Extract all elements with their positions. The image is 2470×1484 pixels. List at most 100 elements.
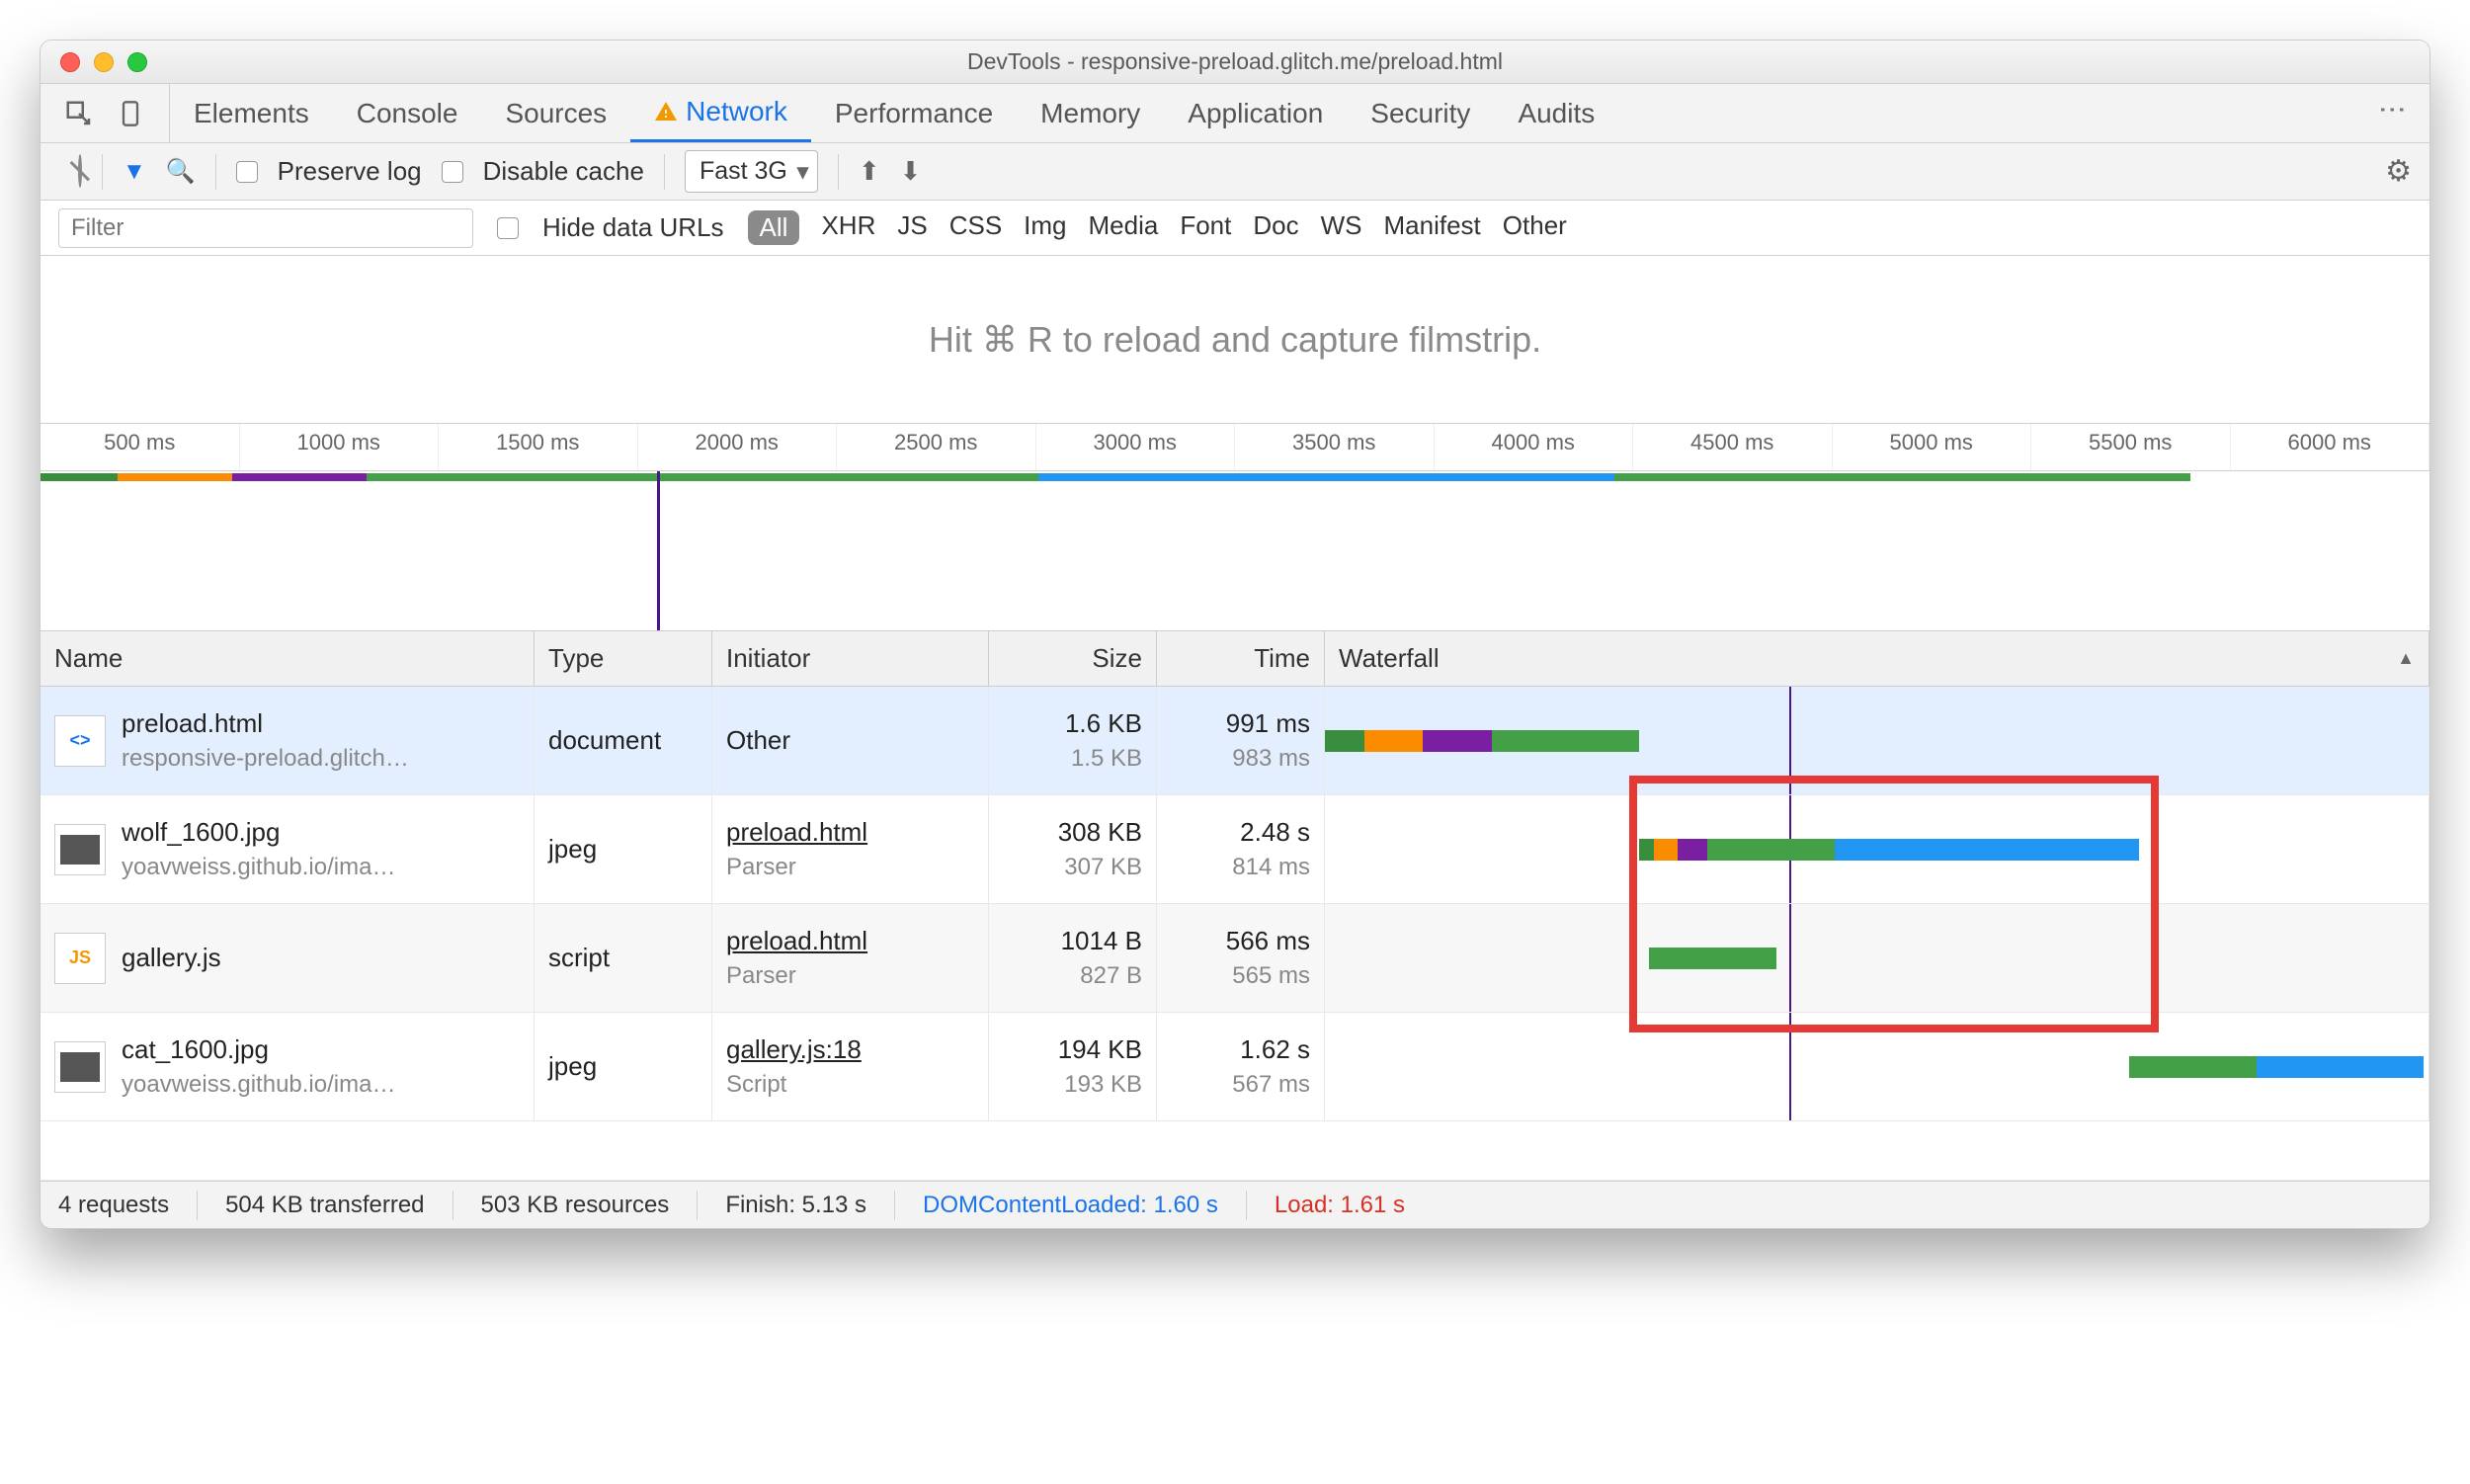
filter-type-xhr[interactable]: XHR (821, 210, 875, 245)
hide-data-urls-checkbox[interactable] (497, 217, 519, 239)
highlight-box (1629, 776, 2159, 1032)
window-title: DevTools - responsive-preload.glitch.me/… (41, 48, 2429, 75)
initiator-link: Other (726, 725, 974, 756)
col-type[interactable]: Type (535, 631, 712, 686)
network-table-body: <> preload.html responsive-preload.glitch…… (41, 687, 2429, 1121)
request-domain: responsive-preload.glitch… (122, 745, 409, 773)
filter-type-js[interactable]: JS (897, 210, 927, 245)
tick: 2500 ms (837, 424, 1036, 470)
request-type: script (535, 904, 712, 1012)
request-type: jpeg (535, 795, 712, 903)
device-toggle-icon[interactable] (114, 97, 147, 130)
time: 566 ms (1226, 926, 1310, 956)
filter-bar: Hide data URLs All XHR JS CSS Img Media Font Do… (41, 201, 2429, 256)
request-type: document (535, 687, 712, 794)
tick: 1500 ms (439, 424, 638, 470)
tick: 5500 ms (2031, 424, 2231, 470)
tab-performance[interactable]: Performance (811, 84, 1017, 142)
tick: 500 ms (41, 424, 240, 470)
throttling-select[interactable]: Fast 3G (685, 150, 818, 193)
tab-console[interactable]: Console (333, 84, 482, 142)
initiator-link[interactable]: preload.html (726, 817, 974, 848)
tick: 4000 ms (1435, 424, 1634, 470)
col-size[interactable]: Size (989, 631, 1157, 686)
status-resources: 503 KB resources (481, 1192, 670, 1219)
preserve-log-label: Preserve log (278, 156, 422, 187)
filter-type-media[interactable]: Media (1089, 210, 1159, 245)
request-domain: yoavweiss.github.io/ima… (122, 854, 395, 881)
tick: 3500 ms (1235, 424, 1435, 470)
request-name: wolf_1600.jpg (122, 817, 395, 848)
filter-type-img[interactable]: Img (1024, 210, 1066, 245)
filter-type-manifest[interactable]: Manifest (1384, 210, 1481, 245)
filter-input[interactable] (58, 208, 473, 248)
timeline-overview[interactable]: 500 ms1000 ms1500 ms2000 ms2500 ms3000 m… (41, 424, 2429, 631)
tick: 2000 ms (638, 424, 838, 470)
request-name: preload.html (122, 708, 409, 739)
tab-elements[interactable]: Elements (170, 84, 333, 142)
network-toolbar: ▼ 🔍 Preserve log Disable cache Fast 3G ⬆… (41, 143, 2429, 201)
tab-sources[interactable]: Sources (481, 84, 630, 142)
tick: 3000 ms (1036, 424, 1236, 470)
initiator-link[interactable]: preload.html (726, 926, 974, 956)
clear-button[interactable] (78, 156, 82, 187)
filter-type-other[interactable]: Other (1503, 210, 1567, 245)
hide-data-urls-label: Hide data URLs (542, 212, 724, 243)
request-name: cat_1600.jpg (122, 1034, 395, 1065)
filter-type-doc[interactable]: Doc (1253, 210, 1298, 245)
tab-network[interactable]: Network (630, 84, 811, 142)
size: 1.6 KB (1065, 708, 1142, 739)
filmstrip-hint: Hit ⌘ R to reload and capture filmstrip. (929, 319, 1541, 361)
close-icon[interactable] (60, 52, 80, 72)
search-icon[interactable]: 🔍 (166, 157, 196, 186)
status-transferred: 504 KB transferred (225, 1192, 424, 1219)
size: 194 KB (1058, 1034, 1142, 1065)
tick: 6000 ms (2231, 424, 2430, 470)
col-time[interactable]: Time (1157, 631, 1325, 686)
filter-type-ws[interactable]: WS (1321, 210, 1362, 245)
disable-cache-checkbox[interactable] (442, 161, 463, 183)
kebab-menu-icon[interactable]: ⋮ (2376, 94, 2410, 127)
network-table-header: Name Type Initiator Size Time Waterfall▲ (41, 631, 2429, 687)
tab-memory[interactable]: Memory (1017, 84, 1164, 142)
col-initiator[interactable]: Initiator (712, 631, 989, 686)
filter-type-css[interactable]: CSS (949, 210, 1002, 245)
panel-tabs: ElementsConsoleSourcesNetworkPerformance… (41, 84, 2429, 143)
settings-icon[interactable]: ⚙ (2385, 154, 2412, 189)
file-icon (54, 1041, 106, 1093)
tick: 5000 ms (1833, 424, 2032, 470)
load-marker (657, 471, 660, 630)
time: 991 ms (1226, 708, 1310, 739)
time: 1.62 s (1240, 1034, 1310, 1065)
initiator-link[interactable]: gallery.js:18 (726, 1034, 974, 1065)
request-type: jpeg (535, 1013, 712, 1120)
col-name[interactable]: Name (41, 631, 535, 686)
tab-security[interactable]: Security (1347, 84, 1494, 142)
disable-cache-label: Disable cache (483, 156, 644, 187)
size: 308 KB (1058, 817, 1142, 848)
preserve-log-checkbox[interactable] (236, 161, 258, 183)
filter-type-all[interactable]: All (748, 210, 800, 245)
tick: 1000 ms (240, 424, 440, 470)
tab-audits[interactable]: Audits (1494, 84, 1618, 142)
status-load: Load: 1.61 s (1275, 1192, 1405, 1219)
upload-har-icon[interactable]: ⬆ (859, 156, 880, 187)
download-har-icon[interactable]: ⬇ (900, 156, 922, 187)
minimize-icon[interactable] (94, 52, 114, 72)
tab-application[interactable]: Application (1164, 84, 1347, 142)
filmstrip-area: Hit ⌘ R to reload and capture filmstrip. (41, 256, 2429, 424)
time: 2.48 s (1240, 817, 1310, 848)
status-finish: Finish: 5.13 s (725, 1192, 866, 1219)
titlebar: DevTools - responsive-preload.glitch.me/… (41, 41, 2429, 84)
status-requests: 4 requests (58, 1192, 169, 1219)
file-icon (54, 824, 106, 875)
file-icon: <> (54, 715, 106, 767)
col-waterfall[interactable]: Waterfall▲ (1325, 631, 2429, 686)
devtools-window: DevTools - responsive-preload.glitch.me/… (40, 40, 2430, 1229)
size: 1014 B (1061, 926, 1142, 956)
zoom-icon[interactable] (127, 52, 147, 72)
filter-type-font[interactable]: Font (1180, 210, 1231, 245)
filter-toggle-icon[interactable]: ▼ (123, 158, 146, 186)
status-bar: 4 requests 504 KB transferred 503 KB res… (41, 1181, 2429, 1228)
inspect-element-icon[interactable] (62, 97, 96, 130)
